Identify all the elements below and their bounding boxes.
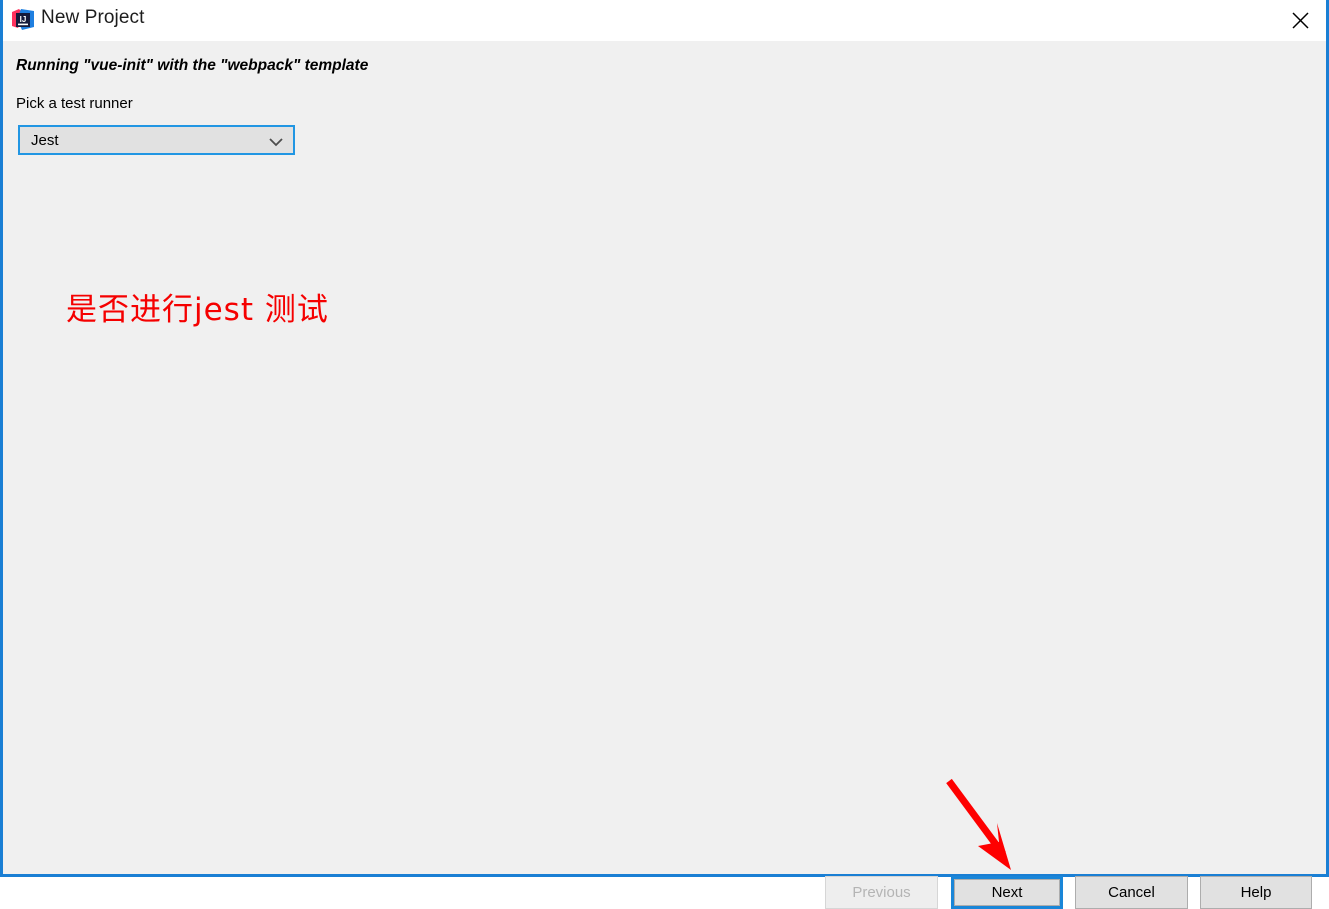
chevron-down-icon — [268, 135, 284, 147]
svg-text:IJ: IJ — [20, 15, 27, 24]
cancel-button[interactable]: Cancel — [1075, 876, 1188, 909]
annotation-chinese-note: 是否进行jest 测试 — [66, 292, 329, 328]
help-button[interactable]: Help — [1200, 876, 1312, 909]
title-bar: IJ New Project — [3, 0, 1326, 41]
test-runner-select[interactable]: Jest — [18, 125, 295, 155]
next-button-label: Next — [954, 879, 1060, 906]
previous-button[interactable]: Previous — [825, 876, 938, 909]
dialog-content: Running "vue-init" with the "webpack" te… — [3, 41, 1326, 909]
running-template-status: Running "vue-init" with the "webpack" te… — [16, 57, 369, 74]
annotation-red-arrow-icon — [933, 766, 1033, 876]
test-runner-selected-value: Jest — [31, 132, 59, 149]
close-icon[interactable] — [1277, 0, 1323, 41]
next-button[interactable]: Next — [951, 876, 1063, 909]
pick-test-runner-label: Pick a test runner — [16, 95, 133, 112]
new-project-dialog-window: IJ New Project Running "vue-init" with t… — [0, 0, 1329, 909]
intellij-idea-icon: IJ — [12, 9, 34, 31]
window-title: New Project — [41, 7, 145, 28]
